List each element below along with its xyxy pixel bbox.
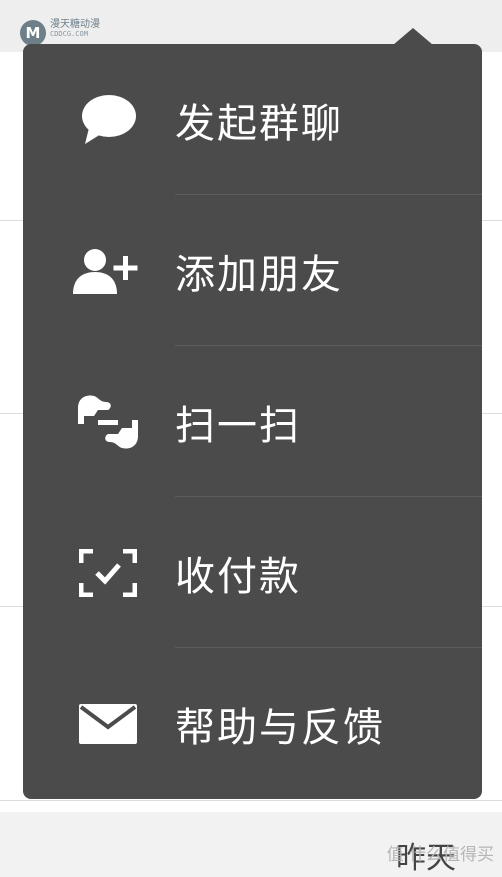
popup-menu: 发起群聊 添加朋友 扫一扫 收付款 帮助与反馈: [23, 44, 482, 799]
menu-item-group-chat[interactable]: 发起群聊: [23, 44, 482, 195]
pay-scan-icon: [73, 546, 143, 600]
menu-item-label: 添加朋友: [175, 251, 343, 298]
menu-item-label: 扫一扫: [175, 402, 301, 449]
menu-item-add-friend[interactable]: 添加朋友: [23, 195, 482, 346]
menu-item-scan[interactable]: 扫一扫: [23, 346, 482, 497]
logo-mark: M: [20, 20, 46, 46]
menu-pointer-arrow: [393, 28, 433, 45]
site-url: CDDCG.COM: [50, 30, 88, 38]
list-divider: [0, 800, 502, 801]
site-watermark-logo: M 漫天糖动漫 CDDCG.COM: [20, 20, 100, 46]
site-name: 漫天糖动漫: [50, 19, 100, 30]
menu-item-payment[interactable]: 收付款: [23, 497, 482, 648]
menu-item-label: 收付款: [175, 553, 301, 600]
scan-icon: [73, 395, 143, 449]
mail-icon: [73, 697, 143, 751]
add-friend-icon: [73, 244, 143, 298]
smzdm-watermark: 值 什么值得买: [386, 845, 494, 865]
menu-item-help-feedback[interactable]: 帮助与反馈: [23, 648, 482, 799]
menu-item-label: 帮助与反馈: [175, 704, 385, 751]
menu-item-label: 发起群聊: [175, 100, 343, 147]
chat-bubble-icon: [73, 93, 143, 147]
